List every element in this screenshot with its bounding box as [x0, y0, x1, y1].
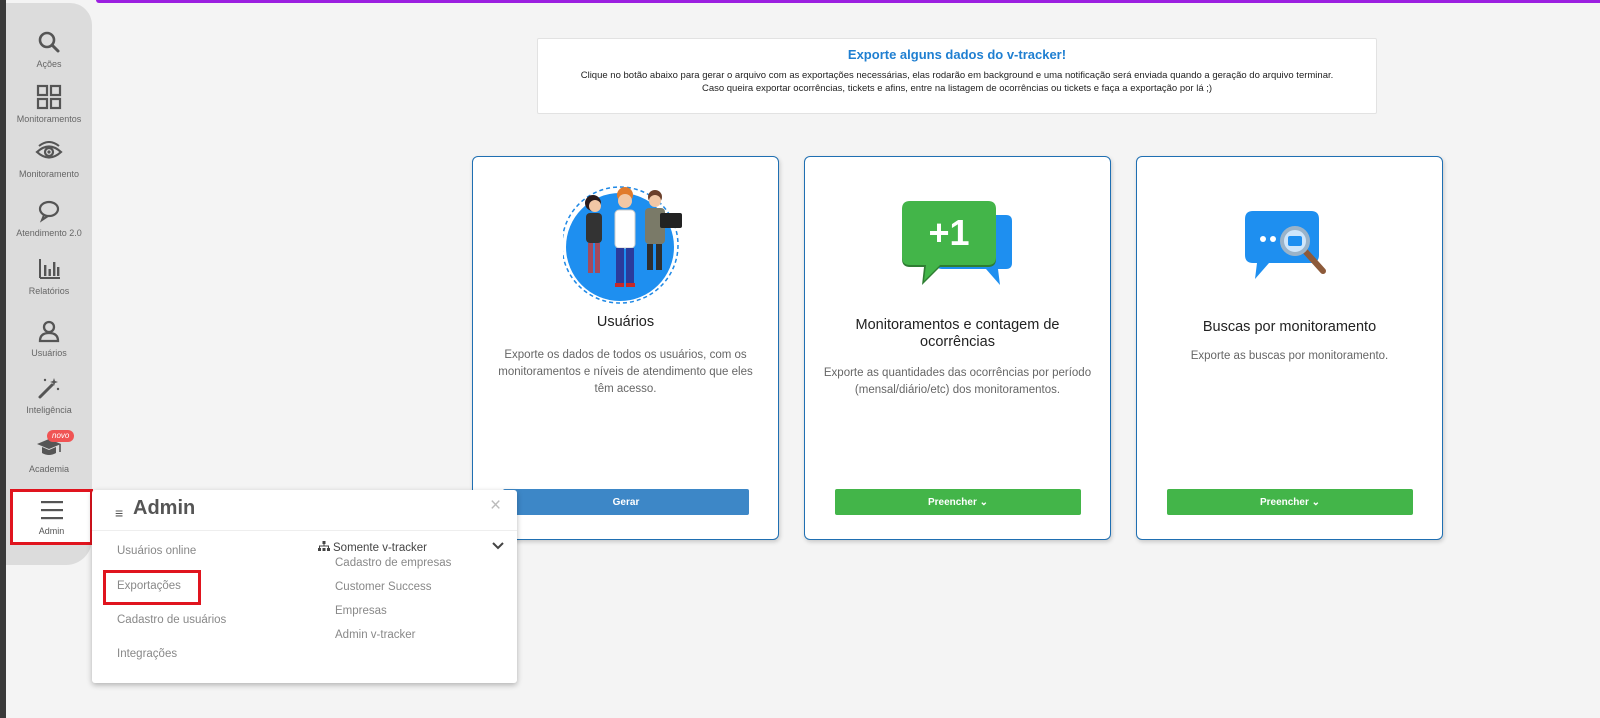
- card-title: Buscas por monitoramento: [1202, 319, 1377, 335]
- menu-link-exportacoes[interactable]: Exportações: [117, 580, 181, 592]
- menu-link-cadastro-usuarios[interactable]: Cadastro de usuários: [117, 614, 226, 626]
- sidebar-item-label: Monitoramentos: [16, 114, 82, 124]
- sidebar: Ações Monitoramentos Monitoramento Atend…: [6, 3, 92, 565]
- banner-line-1: Clique no botão abaixo para gerar o arqu…: [580, 70, 1334, 81]
- admin-panel-title: Admin: [133, 497, 196, 519]
- card-description: Exporte os dados de todos os usuários, c…: [498, 349, 753, 395]
- sidebar-item-label: Inteligência: [26, 405, 72, 415]
- sidebar-item-label: Atendimento 2.0: [16, 228, 82, 238]
- eye-icon: [34, 137, 64, 167]
- sidebar-item-inteligencia[interactable]: Inteligência: [6, 373, 92, 416]
- sidebar-item-monitoramentos[interactable]: Monitoramentos: [6, 82, 92, 125]
- sidebar-item-label: Usuários: [31, 348, 67, 358]
- sidebar-item-atendimento[interactable]: Atendimento 2.0: [6, 196, 92, 239]
- card-description: Exporte as quantidades das ocorrências p…: [823, 367, 1092, 396]
- chevron-down-icon: ⌄: [1311, 496, 1321, 508]
- user-icon: [34, 316, 64, 346]
- menu-link-customer-success[interactable]: Customer Success: [335, 581, 432, 593]
- sidebar-item-monitoramento[interactable]: Monitoramento: [6, 137, 92, 180]
- users-illustration: [473, 181, 778, 307]
- menu-link-admin-vtracker[interactable]: Admin v-tracker: [335, 629, 416, 641]
- menu-link-usuarios-online[interactable]: Usuários online: [117, 545, 196, 557]
- magic-wand-icon: [34, 373, 64, 403]
- sidebar-item-acoes[interactable]: Ações: [6, 27, 92, 70]
- sidebar-item-admin[interactable]: Admin: [10, 489, 93, 545]
- sidebar-item-label: Ações: [36, 59, 62, 69]
- banner-text: Clique no botão abaixo para gerar o arqu…: [538, 69, 1376, 95]
- search-icon: [34, 27, 64, 57]
- sidebar-item-relatorios[interactable]: Relatórios: [6, 254, 92, 297]
- preencher-button[interactable]: Preencher ⌄: [1167, 489, 1413, 515]
- admin-menu-panel: ≡ Admin × Usuários online Exportações Ca…: [92, 490, 517, 683]
- hamburger-menu-icon: ≡: [115, 505, 124, 521]
- button-label: Preencher: [1259, 496, 1309, 508]
- grid-icon: [34, 82, 64, 112]
- export-card-usuarios: Usuários Exporte os dados de todos os us…: [472, 156, 779, 540]
- sidebar-item-label: Academia: [28, 464, 70, 474]
- sidebar-item-label: Monitoramento: [18, 169, 80, 179]
- group-somente-vtracker[interactable]: Somente v-tracker: [318, 541, 427, 554]
- bar-chart-icon: [34, 254, 64, 284]
- plus-one-text: +1: [928, 212, 969, 253]
- sidebar-item-label: Admin: [38, 526, 65, 536]
- menu-link-cadastro-empresas[interactable]: Cadastro de empresas: [335, 557, 451, 569]
- preencher-button[interactable]: Preencher ⌄: [835, 489, 1081, 515]
- banner-title: Exporte alguns dados do v-tracker!: [847, 47, 1067, 62]
- sidebar-item-label: Relatórios: [28, 286, 70, 296]
- chat-bubble-icon: [34, 196, 64, 226]
- search-chat-icon: [1137, 211, 1442, 283]
- sidebar-item-academia[interactable]: novo Academia: [6, 430, 92, 475]
- export-card-buscas: Buscas por monitoramento Exporte as busc…: [1136, 156, 1443, 540]
- export-info-banner: Exporte alguns dados do v-tracker! Cliqu…: [537, 38, 1377, 114]
- card-title: Usuários: [596, 314, 655, 330]
- new-badge: novo: [47, 430, 75, 442]
- menu-link-empresas[interactable]: Empresas: [335, 605, 387, 617]
- button-label: Preencher: [927, 496, 977, 508]
- top-accent-bar: [96, 0, 1600, 3]
- menu-link-integracoes[interactable]: Integrações: [117, 648, 177, 660]
- sitemap-icon: [318, 541, 330, 554]
- export-card-monitoramentos: +1 Monitoramentos e contagem de ocorrênc…: [804, 156, 1111, 540]
- card-title: Monitoramentos e contagem de ocorrências: [855, 317, 1060, 350]
- plus-one-chat-icon: +1: [805, 201, 1110, 293]
- chevron-down-icon: ⌄: [979, 496, 989, 508]
- admin-panel-header: ≡ Admin ×: [92, 490, 517, 531]
- hamburger-menu-icon: [37, 495, 67, 525]
- group-title-label: Somente v-tracker: [333, 541, 427, 554]
- chevron-down-icon[interactable]: [492, 539, 504, 553]
- gerar-button[interactable]: Gerar: [503, 489, 749, 515]
- banner-line-2: Caso queira exportar ocorrências, ticket…: [701, 83, 1213, 94]
- card-description: Exporte as buscas por monitoramento.: [1190, 350, 1389, 362]
- sidebar-item-usuarios[interactable]: Usuários: [6, 316, 92, 359]
- close-icon[interactable]: ×: [490, 495, 501, 517]
